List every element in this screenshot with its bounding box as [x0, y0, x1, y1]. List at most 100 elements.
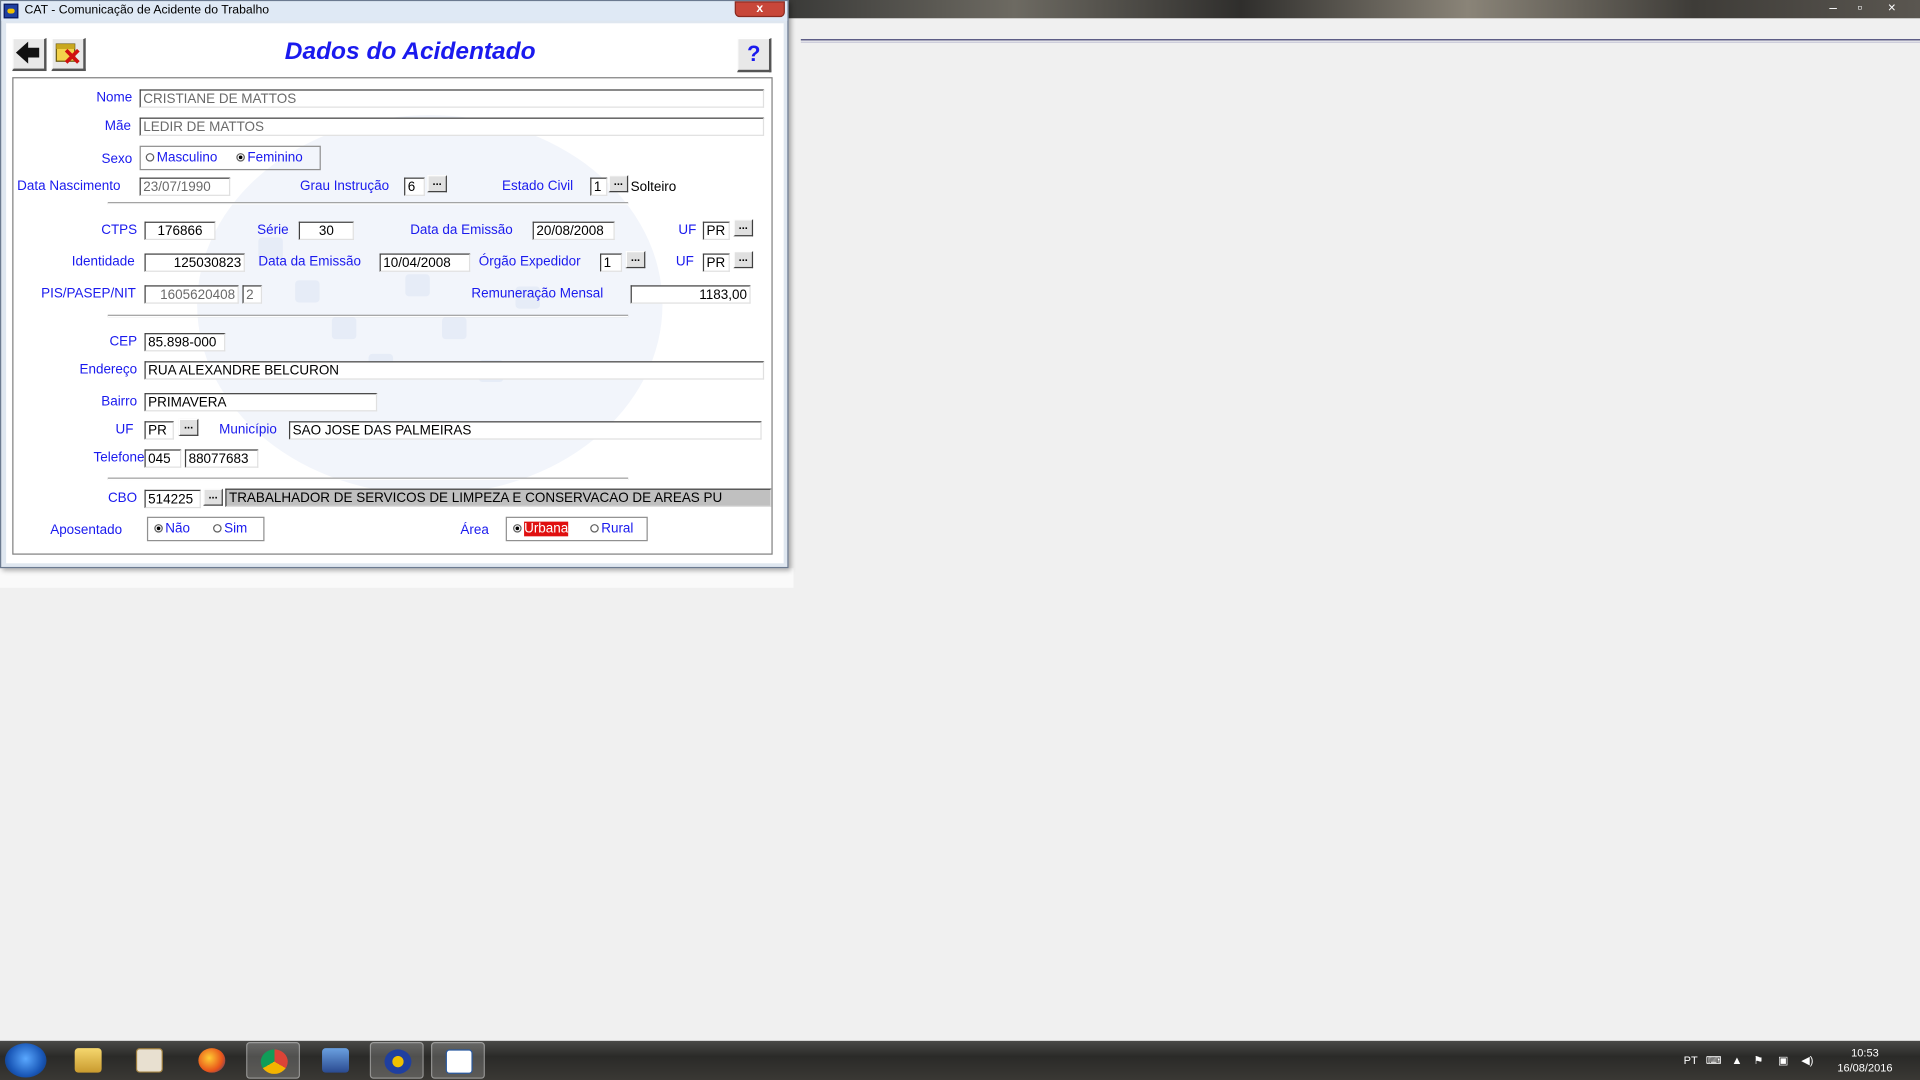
area-urbana-radio[interactable]: Urbana — [513, 521, 569, 537]
endereco-uf-lookup-button[interactable]: ... — [178, 418, 199, 436]
cbo-lookup-button[interactable]: ... — [203, 488, 223, 506]
estado-civil-lookup-button[interactable]: ... — [608, 175, 629, 193]
form-title: Dados do Acidentado — [284, 37, 536, 65]
ctps-field[interactable]: 176866 — [144, 221, 216, 241]
taskbar-media-player-button[interactable] — [122, 1042, 176, 1079]
ctps-data-emissao-label: Data da Emissão — [410, 222, 513, 238]
window-close-button[interactable]: x — [734, 1, 785, 18]
serie-label: Série — [257, 222, 289, 238]
media-player-icon — [135, 1048, 163, 1073]
municipio-field[interactable]: SAO JOSE DAS PALMEIRAS — [288, 421, 762, 440]
aposentado-sim-radio[interactable]: Sim — [213, 522, 247, 537]
orgao-expedidor-field[interactable]: 1 — [600, 253, 623, 272]
ctps-data-emissao-field[interactable]: 20/08/2008 — [532, 221, 615, 241]
desktop-restore-button[interactable]: ▫ — [1847, 0, 1874, 17]
area-rural-radio[interactable]: Rural — [590, 522, 633, 537]
taskbar-cat-app-button[interactable] — [369, 1042, 424, 1079]
cbo-field[interactable]: 514225 — [144, 489, 201, 509]
aposentado-nao-radio[interactable]: Não — [154, 522, 190, 537]
pis-field[interactable]: 1605620408 — [144, 285, 239, 304]
taskbar: PT ⌨ ▲ ⚑ ▣ ◀) 10:53 16/08/2016 — [0, 1040, 1920, 1080]
language-indicator[interactable]: PT — [1684, 1041, 1698, 1080]
pis-label: PIS/PASEP/NIT — [41, 286, 136, 302]
identidade-uf-field[interactable]: PR — [702, 253, 730, 272]
identidade-data-emissao-label: Data da Emissão — [258, 254, 361, 270]
network-icon[interactable]: ▣ — [1778, 1041, 1788, 1080]
keyboard-icon[interactable]: ⌨ — [1706, 1041, 1722, 1080]
sexo-masculino-radio[interactable]: Masculino — [145, 150, 218, 166]
radio-checked-icon — [513, 524, 522, 533]
sexo-feminino-radio[interactable]: Feminino — [236, 150, 303, 166]
radio-label: Urbana — [524, 521, 569, 537]
remuneracao-label: Remuneração Mensal — [471, 286, 604, 302]
document-icon — [445, 1049, 473, 1074]
section-separator — [107, 314, 629, 318]
grau-instrucao-field[interactable]: 6 — [404, 177, 425, 196]
radio-label: Rural — [601, 521, 634, 537]
grau-instrucao-lookup-button[interactable]: ... — [427, 175, 447, 193]
taskbar-firefox-button[interactable] — [185, 1042, 239, 1079]
desktop-background-strip: – ▫ × — [788, 0, 1920, 19]
identidade-uf-lookup-button[interactable]: ... — [733, 251, 754, 269]
endereco-uf-field[interactable]: PR — [144, 421, 174, 440]
grau-instrucao-label: Grau Instrução — [300, 178, 390, 194]
endereco-field[interactable]: RUA ALEXANDRE BELCURON — [144, 361, 765, 380]
identidade-data-emissao-field[interactable]: 10/04/2008 — [379, 253, 471, 272]
back-button[interactable] — [12, 37, 47, 72]
network-computer-icon — [322, 1048, 349, 1073]
aposentado-label: Aposentado — [50, 522, 123, 538]
data-nascimento-field[interactable]: 23/07/1990 — [139, 177, 231, 196]
desktop-minimize-button[interactable]: – — [1820, 0, 1847, 17]
pis-digito-field[interactable]: 2 — [242, 285, 263, 304]
desktop-close-button[interactable]: × — [1878, 0, 1905, 17]
volume-icon[interactable]: ◀) — [1801, 1041, 1813, 1080]
sexo-radio-group: Masculino Feminino — [139, 145, 321, 171]
radio-label: Masculino — [156, 150, 218, 166]
cat-app-icon — [384, 1049, 412, 1074]
show-hidden-icons-icon[interactable]: ▲ — [1731, 1041, 1742, 1080]
action-center-flag-icon[interactable]: ⚑ — [1753, 1041, 1763, 1080]
identidade-label: Identidade — [71, 254, 135, 270]
nome-field[interactable]: CRISTIANE DE MATTOS — [139, 89, 765, 108]
cat-window: CAT - Comunicação de Acidente do Trabalh… — [0, 0, 789, 569]
clock-date: 16/08/2016 — [1837, 1061, 1893, 1074]
bairro-field[interactable]: PRIMAVERA — [144, 393, 378, 412]
identidade-uf-label: UF — [675, 254, 694, 270]
taskbar-chrome-button[interactable] — [246, 1042, 301, 1079]
radio-circle-icon — [590, 524, 599, 533]
mdi-workspace — [788, 18, 1920, 1041]
ctps-uf-field[interactable]: PR — [702, 221, 730, 241]
serie-field[interactable]: 30 — [298, 221, 354, 241]
radio-checked-icon — [236, 153, 245, 162]
endereco-uf-label: UF — [115, 422, 134, 438]
cep-field[interactable]: 85.898-000 — [144, 333, 226, 352]
mae-label: Mãe — [104, 118, 132, 134]
remuneracao-field[interactable]: 1183,00 — [630, 285, 751, 304]
exit-button[interactable] — [51, 37, 86, 72]
mae-field[interactable]: LEDIR DE MATTOS — [139, 117, 765, 136]
clock-time: 10:53 — [1851, 1046, 1879, 1060]
radio-circle-icon — [213, 524, 222, 533]
start-button[interactable] — [4, 1043, 47, 1078]
watermark-square — [295, 280, 320, 303]
telefone-field[interactable]: 88077683 — [184, 449, 259, 468]
taskbar-document-button[interactable] — [431, 1042, 485, 1079]
ctps-uf-lookup-button[interactable]: ... — [733, 219, 754, 237]
telefone-ddd-field[interactable]: 045 — [144, 449, 182, 468]
back-arrow-icon — [15, 41, 40, 64]
orgao-expedidor-label: Órgão Expedidor — [478, 254, 581, 270]
system-clock[interactable]: 10:53 16/08/2016 — [1822, 1046, 1908, 1075]
identidade-field[interactable]: 125030823 — [144, 253, 245, 272]
estado-civil-field[interactable]: 1 — [590, 177, 608, 196]
cat-app-icon — [3, 3, 19, 19]
form-panel: Nome CRISTIANE DE MATTOS Mãe LEDIR DE MA… — [12, 77, 773, 555]
help-button[interactable]: ? — [737, 37, 772, 73]
orgao-expedidor-lookup-button[interactable]: ... — [625, 251, 646, 269]
radio-label: Não — [165, 521, 191, 537]
municipio-label: Município — [219, 422, 277, 438]
radio-label: Feminino — [247, 150, 303, 166]
taskbar-network-app-button[interactable] — [309, 1042, 363, 1079]
taskbar-explorer-button[interactable] — [61, 1042, 115, 1079]
title-bar[interactable]: CAT - Comunicação de Acidente do Trabalh… — [1, 1, 788, 21]
radio-checked-icon — [154, 524, 163, 533]
